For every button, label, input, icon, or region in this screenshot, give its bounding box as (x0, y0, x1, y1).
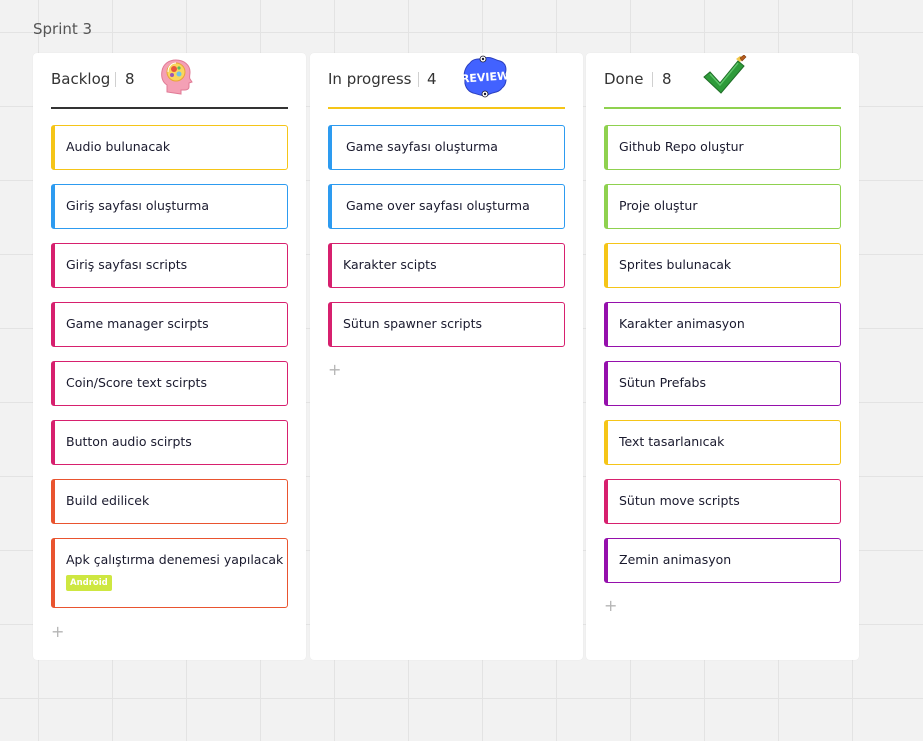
card-text: Button audio scirpts (66, 434, 192, 449)
card-audio-bulunacak[interactable]: Audio bulunacak (51, 125, 288, 170)
card-text: Sütun move scripts (619, 493, 740, 508)
add-card-button[interactable]: + (328, 362, 341, 378)
card-giris-sayfasi-scripts[interactable]: Giriş sayfası scripts (51, 243, 288, 288)
card-text: Proje oluştur (619, 198, 698, 213)
card-text: Build edilicek (66, 493, 150, 508)
column-title: In progress (328, 70, 412, 88)
card-game-sayfasi-olusturma[interactable]: Game sayfası oluşturma (328, 125, 565, 170)
card-list: Github Repo oluştur Proje oluştur Sprite… (604, 125, 841, 597)
column-done: Done 8 Github Repo oluştur Proje oluştur… (586, 53, 859, 660)
column-in-progress: In progress 4 REVIEW Game sayfası oluştu… (310, 53, 583, 660)
card-list: Game sayfası oluşturma Game over sayfası… (328, 125, 565, 361)
card-text: Game sayfası oluşturma (346, 139, 498, 154)
card-karakter-scipts[interactable]: Karakter scipts (328, 243, 565, 288)
card-text: Zemin animasyon (619, 552, 732, 567)
column-count: 4 (427, 70, 437, 88)
card-text: Apk çalıştırma denemesi yapılacak (66, 552, 284, 567)
card-text: Sprites bulunacak (619, 257, 732, 272)
tag-android[interactable]: Android (66, 575, 112, 591)
card-karakter-animasyon[interactable]: Karakter animasyon (604, 302, 841, 347)
card-zemin-animasyon[interactable]: Zemin animasyon (604, 538, 841, 583)
card-github-repo-olustur[interactable]: Github Repo oluştur (604, 125, 841, 170)
card-coin-score-text-scirpts[interactable]: Coin/Score text scirpts (51, 361, 288, 406)
column-separator (115, 72, 116, 87)
column-backlog: Backlog 8 Audio bulunacak Giriş sayfası … (33, 53, 306, 660)
card-text: Text tasarlanıcak (619, 434, 725, 449)
card-sutun-spawner-scripts[interactable]: Sütun spawner scripts (328, 302, 565, 347)
card-text: Game manager scirpts (66, 316, 209, 331)
card-text: Audio bulunacak (66, 139, 171, 154)
column-header[interactable]: Done 8 (604, 53, 841, 109)
card-sutun-move-scripts[interactable]: Sütun move scripts (604, 479, 841, 524)
column-separator (418, 72, 419, 87)
card-sutun-prefabs[interactable]: Sütun Prefabs (604, 361, 841, 406)
review-sticker-icon[interactable]: REVIEW (461, 55, 510, 104)
column-header[interactable]: In progress 4 REVIEW (328, 53, 565, 109)
card-button-audio-scirpts[interactable]: Button audio scirpts (51, 420, 288, 465)
card-text-tasarlanicak[interactable]: Text tasarlanıcak (604, 420, 841, 465)
card-build-edilicek[interactable]: Build edilicek (51, 479, 288, 524)
card-apk-calistirma[interactable]: Apk çalıştırma denemesi yapılacak Androi… (51, 538, 288, 608)
column-title: Backlog (51, 70, 111, 88)
column-count: 8 (125, 70, 135, 88)
card-text: Karakter scipts (343, 257, 437, 272)
frame-title: Sprint 3 (33, 20, 93, 38)
column-header[interactable]: Backlog 8 (51, 53, 288, 109)
card-text: Game over sayfası oluşturma (346, 198, 530, 213)
card-text: Sütun spawner scripts (343, 316, 482, 331)
card-list: Audio bulunacak Giriş sayfası oluşturma … (51, 125, 288, 622)
add-card-button[interactable]: + (604, 598, 617, 614)
card-game-over-sayfasi-olusturma[interactable]: Game over sayfası oluşturma (328, 184, 565, 229)
card-sprites-bulunacak[interactable]: Sprites bulunacak (604, 243, 841, 288)
column-title: Done (604, 70, 644, 88)
checkmark-icon[interactable] (702, 54, 748, 104)
card-giris-sayfasi-olusturma[interactable]: Giriş sayfası oluşturma (51, 184, 288, 229)
card-text: Github Repo oluştur (619, 139, 744, 154)
card-proje-olustur[interactable]: Proje oluştur (604, 184, 841, 229)
card-text: Coin/Score text scirpts (66, 375, 207, 390)
add-card-button[interactable]: + (51, 624, 64, 640)
card-text: Sütun Prefabs (619, 375, 706, 390)
card-text: Giriş sayfası scripts (66, 257, 188, 272)
column-count: 8 (662, 70, 672, 88)
card-text: Karakter animasyon (619, 316, 745, 331)
card-text: Giriş sayfası oluşturma (66, 198, 209, 213)
brain-head-icon[interactable] (159, 57, 193, 102)
card-game-manager-scirpts[interactable]: Game manager scirpts (51, 302, 288, 347)
column-separator (652, 72, 653, 87)
